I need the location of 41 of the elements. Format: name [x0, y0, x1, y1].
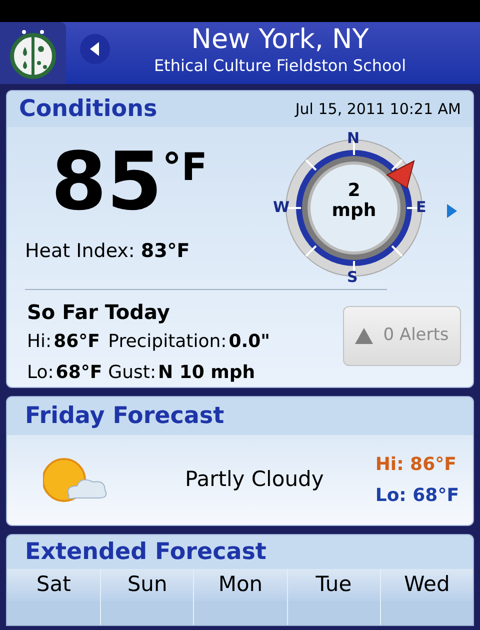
stat-value: N 10 mph: [158, 361, 256, 385]
stat-value: 0.0": [228, 330, 270, 354]
stat-value: 86°F: [54, 330, 100, 354]
stat-label: Hi:: [27, 330, 52, 354]
left-arrow-icon: [90, 42, 100, 56]
timestamp: Jul 15, 2011 10:21 AM: [295, 98, 461, 120]
app-logo-tab[interactable]: [0, 22, 66, 84]
stat-label: Gust:: [108, 361, 156, 385]
stat-value: 68°F: [56, 361, 102, 385]
section-subtitle: So Far Today: [27, 299, 171, 326]
ladybug-logo-icon: [8, 27, 58, 79]
compass-label: N: [347, 128, 360, 149]
stat-label: Precipitation:: [108, 330, 227, 354]
section-title: Friday Forecast: [25, 402, 224, 431]
partly-cloudy-icon: [43, 458, 109, 502]
temperature: 85: [51, 137, 162, 227]
wind-speed: 2: [348, 181, 360, 201]
compass-label: S: [347, 267, 358, 288]
stat-label: Lo:: [27, 361, 54, 385]
day-label: Tue: [288, 569, 380, 601]
day-label: Mon: [194, 569, 287, 601]
temperature-unit: °F: [162, 145, 208, 189]
compass-label: W: [273, 197, 290, 218]
warning-triangle-icon: [355, 328, 374, 344]
city-title: New York, NY: [191, 24, 369, 56]
forecast-summary: Partly Cloudy: [185, 466, 324, 494]
high-temperature: Hi: 86°F: [375, 453, 456, 477]
day-label: Wed: [380, 569, 473, 601]
section-title: Conditions: [19, 94, 158, 124]
low-temperature: Lo: 68°F: [375, 484, 459, 508]
wind-speed-unit: mph: [332, 201, 376, 221]
compass-label: E: [416, 197, 426, 218]
next-arrow-button[interactable]: [447, 203, 459, 219]
day-label: Sun: [101, 569, 194, 601]
right-arrow-icon: [447, 204, 457, 218]
day-label: Sat: [7, 569, 100, 601]
back-button[interactable]: [80, 34, 110, 64]
section-title: Extended Forecast: [25, 538, 266, 567]
heat-index: Heat Index: 83°F: [25, 239, 191, 264]
alerts-button[interactable]: 0 Alerts: [343, 306, 461, 366]
station-name: Ethical Culture Fieldston School: [154, 56, 406, 76]
